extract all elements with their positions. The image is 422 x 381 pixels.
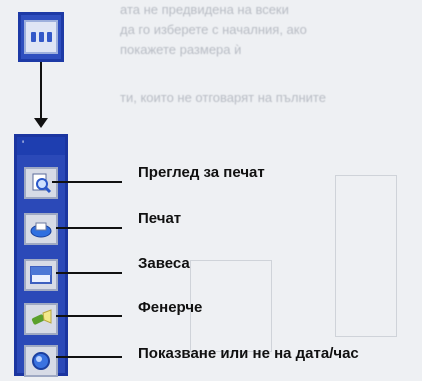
print-label: Печат xyxy=(138,210,182,227)
background-line: покажете размера ѝ xyxy=(120,42,242,57)
background-line: ата не предвидена на всеки xyxy=(120,2,289,17)
connector-line xyxy=(56,272,122,274)
background-document: ата не предвидена на всеки да го изберет… xyxy=(120,0,420,108)
flashlight-label: Фенерче xyxy=(138,299,203,316)
background-line: да го изберете с началния, ако xyxy=(120,22,307,37)
arrow-line xyxy=(40,62,42,120)
flashlight-button[interactable] xyxy=(24,303,58,335)
print-button[interactable] xyxy=(24,213,58,245)
toolbar-icon xyxy=(24,20,58,54)
curtain-icon xyxy=(30,266,52,284)
date-time-label: Показване или не на дата/час xyxy=(138,345,359,362)
printer-icon xyxy=(30,222,52,238)
background-line: ти, които не отговарят на пълните xyxy=(120,90,326,105)
curtain-label: Завеса xyxy=(138,255,190,272)
connector-line xyxy=(56,356,122,358)
print-preview-icon xyxy=(32,173,52,194)
vertical-toolbar: ' xyxy=(14,134,68,377)
flashlight-icon xyxy=(31,309,52,325)
connector-line xyxy=(56,315,122,317)
connector-line xyxy=(56,227,122,229)
date-time-button[interactable] xyxy=(24,345,58,377)
connector-line xyxy=(52,181,122,183)
background-panel xyxy=(335,175,397,337)
print-preview-label: Преглед за печат xyxy=(138,164,265,181)
toolbar-toggle-button[interactable] xyxy=(18,12,64,62)
curtain-button[interactable] xyxy=(24,259,58,291)
print-preview-button[interactable] xyxy=(24,167,58,199)
arrow-down-icon xyxy=(34,118,48,128)
toolbar-title: ' xyxy=(17,137,65,155)
clock-icon xyxy=(32,352,50,370)
